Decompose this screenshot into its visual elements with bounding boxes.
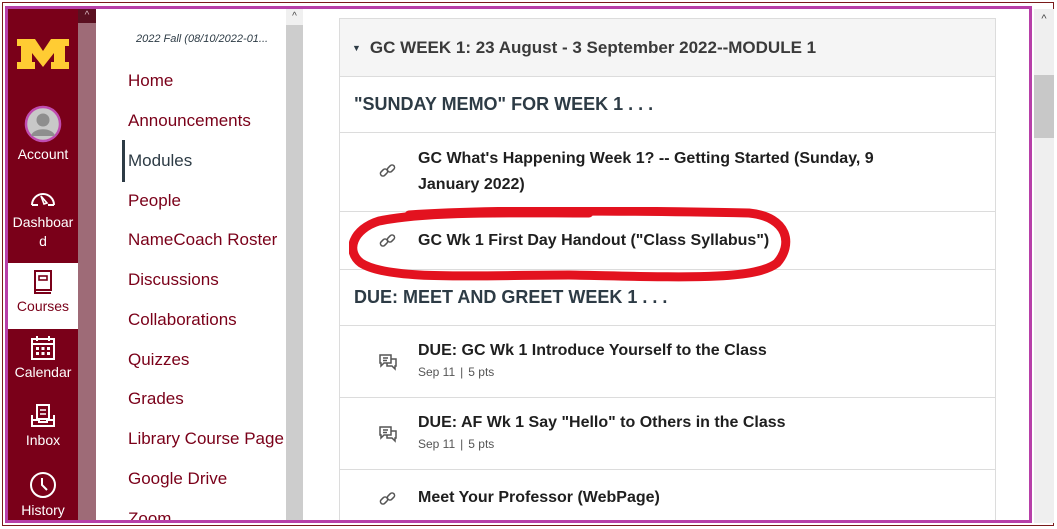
scroll-thumb[interactable] bbox=[1034, 75, 1054, 138]
module-item-title[interactable]: DUE: GC Wk 1 Introduce Yourself to the C… bbox=[418, 342, 767, 359]
course-nav-quizzes[interactable]: Quizzes bbox=[128, 350, 189, 370]
nav-inbox[interactable]: Inbox bbox=[8, 403, 78, 450]
book-icon bbox=[34, 270, 52, 294]
scroll-up-button[interactable]: ^ bbox=[1034, 11, 1054, 27]
module-item-meta: Sep 11 | 5 pts bbox=[418, 365, 995, 379]
nav-courses-label: Courses bbox=[16, 298, 70, 314]
course-nav-home[interactable]: Home bbox=[128, 71, 173, 91]
collapse-caret-icon[interactable]: ▼ bbox=[352, 43, 361, 53]
meta-separator: | bbox=[460, 437, 464, 451]
module-item-title[interactable]: Meet Your Professor (WebPage) bbox=[418, 489, 660, 506]
module-item-title[interactable]: GC Wk 1 First Day Handout ("Class Syllab… bbox=[418, 232, 769, 249]
university-m-logo[interactable] bbox=[15, 37, 71, 71]
course-nav-collaborations[interactable]: Collaborations bbox=[128, 310, 237, 330]
inbox-icon bbox=[31, 404, 55, 427]
course-term: 2022 Fall (08/10/2022-01... bbox=[136, 33, 269, 45]
avatar-icon bbox=[24, 105, 62, 143]
meta-separator: | bbox=[460, 365, 464, 379]
dashboard-gauge-icon bbox=[31, 193, 55, 206]
course-nav: 2022 Fall (08/10/2022-01... Home Announc… bbox=[96, 9, 286, 523]
nav-inbox-label: Inbox bbox=[25, 432, 61, 448]
course-nav-discussions[interactable]: Discussions bbox=[128, 270, 219, 290]
module-title: GC WEEK 1: 23 August - 3 September 2022-… bbox=[369, 37, 817, 57]
module-item-highlighted[interactable]: GC Wk 1 First Day Handout ("Class Syllab… bbox=[340, 212, 995, 270]
screenshot-frame: Account Dashboar d Courses Calendar Inbo… bbox=[0, 0, 1057, 529]
due-date: Sep 11 bbox=[418, 365, 456, 379]
global-nav-scrollbar[interactable]: ^ bbox=[78, 9, 96, 523]
discussion-icon bbox=[379, 354, 397, 371]
module-item-title[interactable]: GC What's Happening Week 1? -- Getting S… bbox=[418, 150, 874, 193]
nav-calendar[interactable]: Calendar bbox=[8, 335, 78, 382]
global-nav-scroll-up-button[interactable]: ^ bbox=[78, 9, 96, 23]
page-scrollbar[interactable]: ^ bbox=[1034, 9, 1054, 523]
clock-icon bbox=[30, 472, 56, 498]
module-item[interactable]: DUE: GC Wk 1 Introduce Yourself to the C… bbox=[340, 326, 995, 398]
course-nav-library-course-page[interactable]: Library Course Page bbox=[128, 429, 284, 449]
course-nav-people[interactable]: People bbox=[128, 191, 181, 211]
course-nav-scrollbar[interactable]: ^ bbox=[286, 9, 303, 523]
course-nav-zoom[interactable]: Zoom bbox=[128, 509, 171, 523]
course-nav-modules[interactable]: Modules bbox=[128, 151, 192, 171]
active-indicator bbox=[122, 140, 125, 182]
nav-account[interactable]: Account bbox=[8, 105, 78, 164]
module-subheader: "SUNDAY MEMO" FOR WEEK 1 . . . bbox=[340, 77, 995, 133]
nav-account-label: Account bbox=[17, 146, 69, 162]
points: 5 pts bbox=[468, 437, 495, 451]
nav-calendar-label: Calendar bbox=[14, 364, 72, 380]
nav-courses[interactable]: Courses bbox=[8, 263, 78, 329]
course-nav-namecoach-roster[interactable]: NameCoach Roster bbox=[128, 230, 277, 250]
course-nav-scroll-up-button[interactable]: ^ bbox=[286, 9, 303, 25]
module-item[interactable]: Meet Your Professor (WebPage) bbox=[340, 470, 995, 523]
nav-history[interactable]: History bbox=[8, 471, 78, 520]
nav-history-label: History bbox=[21, 502, 65, 518]
nav-dashboard[interactable]: Dashboar d bbox=[8, 185, 78, 251]
nav-dashboard-label: Dashboar d bbox=[12, 214, 74, 249]
discussion-icon bbox=[379, 426, 397, 443]
course-nav-announcements[interactable]: Announcements bbox=[128, 111, 251, 131]
module-header[interactable]: ▼ GC WEEK 1: 23 August - 3 September 202… bbox=[340, 19, 995, 77]
module-item[interactable]: DUE: AF Wk 1 Say "Hello" to Others in th… bbox=[340, 398, 995, 470]
module-item-meta: Sep 11 | 5 pts bbox=[418, 437, 995, 451]
link-icon bbox=[379, 492, 396, 505]
link-icon bbox=[379, 164, 396, 177]
calendar-icon bbox=[31, 336, 55, 360]
module-item-title[interactable]: DUE: AF Wk 1 Say "Hello" to Others in th… bbox=[418, 414, 786, 431]
course-nav-google-drive[interactable]: Google Drive bbox=[128, 469, 227, 489]
module-subheader: DUE: MEET AND GREET WEEK 1 . . . bbox=[340, 270, 995, 326]
global-nav: Account Dashboar d Courses Calendar Inbo… bbox=[8, 9, 78, 523]
module-item[interactable]: GC What's Happening Week 1? -- Getting S… bbox=[340, 133, 995, 212]
modules-content: ▼ GC WEEK 1: 23 August - 3 September 202… bbox=[303, 9, 1032, 523]
link-icon bbox=[379, 234, 396, 247]
module-week-1: ▼ GC WEEK 1: 23 August - 3 September 202… bbox=[339, 18, 996, 523]
points: 5 pts bbox=[468, 365, 495, 379]
course-nav-grades[interactable]: Grades bbox=[128, 389, 184, 409]
due-date: Sep 11 bbox=[418, 437, 456, 451]
